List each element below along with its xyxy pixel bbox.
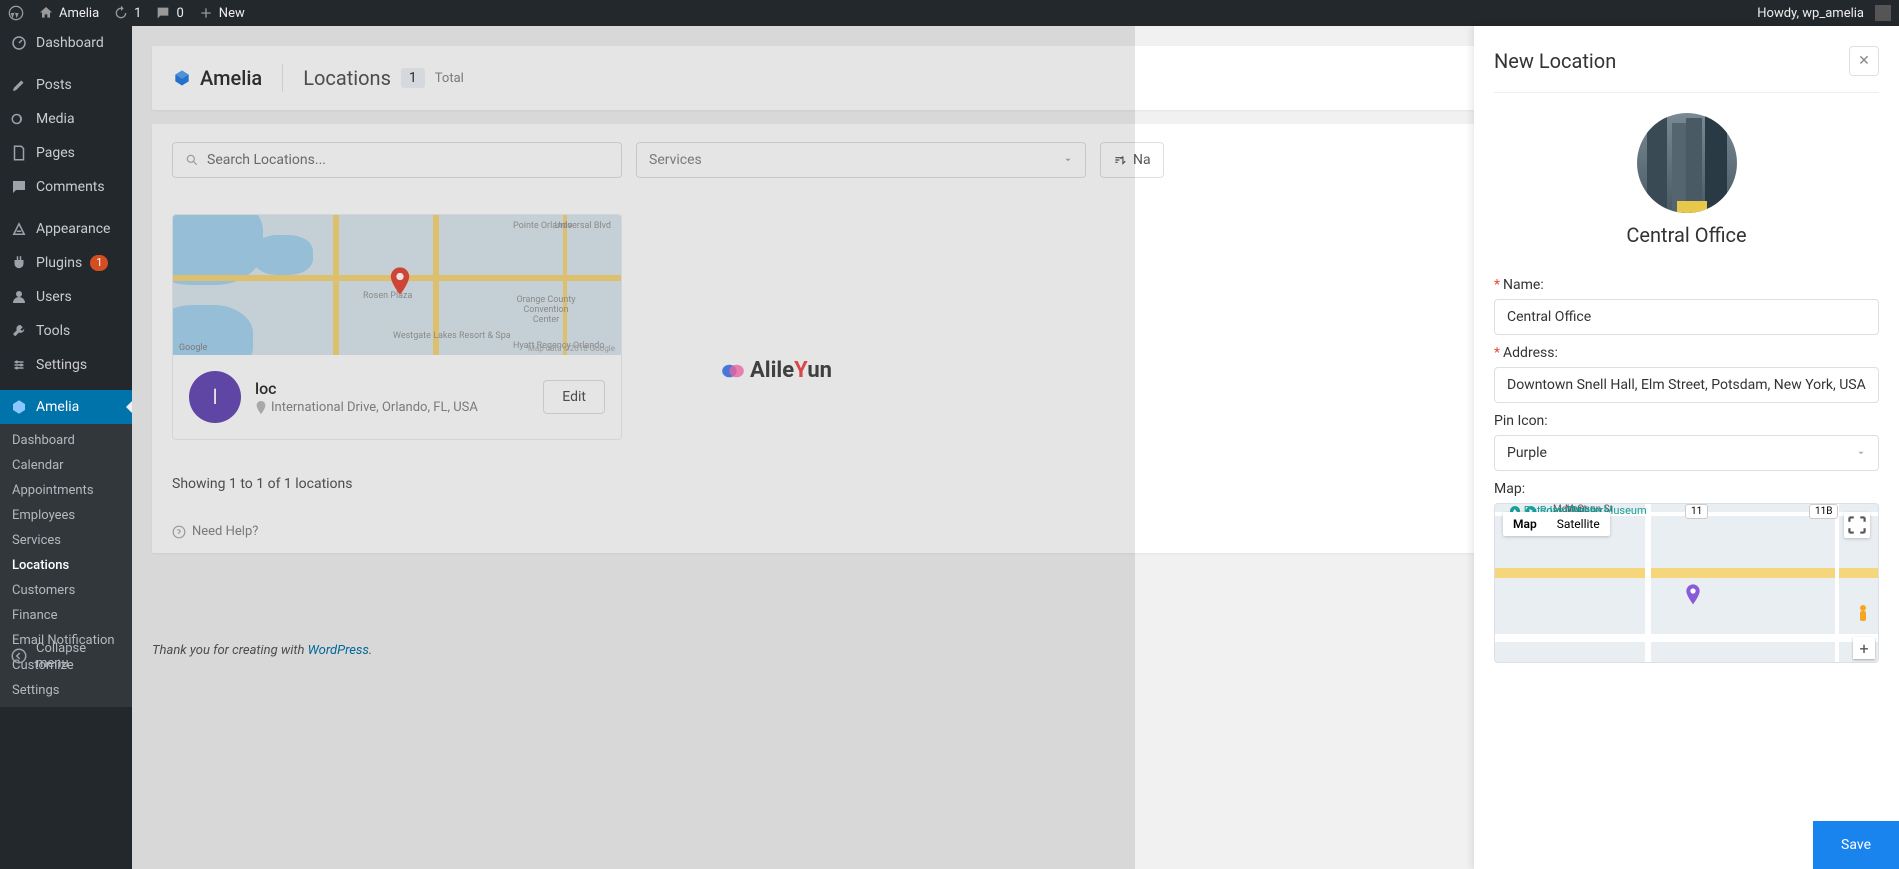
search-input-wrapper[interactable] bbox=[172, 142, 622, 178]
comments-link[interactable]: 0 bbox=[155, 5, 183, 21]
sub-settings[interactable]: Settings bbox=[0, 678, 132, 703]
name-input[interactable] bbox=[1494, 299, 1879, 335]
sub-services[interactable]: Services bbox=[0, 528, 132, 553]
address-label: *Address: bbox=[1494, 345, 1879, 361]
help-icon bbox=[172, 525, 186, 539]
sub-finance[interactable]: Finance bbox=[0, 603, 132, 628]
location-image[interactable] bbox=[1637, 113, 1737, 213]
plugin-update-badge: 1 bbox=[90, 255, 108, 271]
map-pin-icon bbox=[1685, 584, 1701, 610]
chevron-down-icon bbox=[1856, 448, 1866, 458]
sort-icon bbox=[1113, 153, 1127, 167]
menu-settings[interactable]: Settings bbox=[0, 348, 132, 382]
menu-dashboard[interactable]: Dashboard bbox=[0, 26, 132, 60]
menu-amelia[interactable]: Amelia bbox=[0, 390, 132, 424]
map-label: Map: bbox=[1494, 481, 1879, 497]
fullscreen-button[interactable] bbox=[1844, 512, 1870, 538]
sub-customers[interactable]: Customers bbox=[0, 578, 132, 603]
wp-sidebar: Dashboard Posts Media Pages Comments App… bbox=[0, 26, 132, 869]
search-input[interactable] bbox=[207, 152, 609, 168]
edit-button[interactable]: Edit bbox=[543, 380, 605, 414]
menu-comments[interactable]: Comments bbox=[0, 170, 132, 204]
howdy-user[interactable]: Howdy, wp_amelia bbox=[1757, 5, 1891, 21]
search-icon bbox=[185, 153, 199, 167]
menu-posts[interactable]: Posts bbox=[0, 68, 132, 102]
zoom-in-button[interactable]: + bbox=[1853, 637, 1875, 659]
new-location-drawer: New Location ✕ Central Office *Name: *Ad… bbox=[1474, 26, 1899, 869]
drawer-title: New Location bbox=[1494, 49, 1616, 73]
site-link[interactable]: Amelia bbox=[38, 5, 99, 21]
location-avatar: l bbox=[189, 371, 241, 423]
services-filter[interactable]: Services bbox=[636, 142, 1086, 178]
collapse-menu[interactable]: Collapse menu bbox=[0, 633, 132, 679]
pin-icon bbox=[255, 401, 267, 415]
close-button[interactable]: ✕ bbox=[1849, 46, 1879, 76]
sub-locations[interactable]: Locations bbox=[0, 553, 132, 578]
location-count: 1 bbox=[401, 68, 425, 88]
wp-adminbar: Amelia 1 0 New Howdy, wp_amelia bbox=[0, 0, 1899, 26]
chevron-down-icon bbox=[1063, 155, 1073, 165]
sub-calendar[interactable]: Calendar bbox=[0, 453, 132, 478]
sub-employees[interactable]: Employees bbox=[0, 503, 132, 528]
updates-link[interactable]: 1 bbox=[113, 5, 141, 21]
close-icon: ✕ bbox=[1858, 53, 1870, 69]
avatar-icon bbox=[1875, 5, 1891, 21]
menu-tools[interactable]: Tools bbox=[0, 314, 132, 348]
menu-users[interactable]: Users bbox=[0, 280, 132, 314]
drawer-map[interactable]: Munson St Main St Potsdam Public Museum … bbox=[1494, 503, 1879, 663]
menu-media[interactable]: Media bbox=[0, 102, 132, 136]
page-title: Locations bbox=[303, 66, 391, 90]
new-link[interactable]: New bbox=[198, 5, 245, 21]
pin-icon-select[interactable]: Purple bbox=[1494, 435, 1879, 471]
sub-appointments[interactable]: Appointments bbox=[0, 478, 132, 503]
menu-pages[interactable]: Pages bbox=[0, 136, 132, 170]
pin-icon-label: Pin Icon: bbox=[1494, 413, 1879, 429]
map-tab[interactable]: Map bbox=[1503, 512, 1547, 536]
name-label: *Name: bbox=[1494, 277, 1879, 293]
address-input[interactable] bbox=[1494, 367, 1879, 403]
sort-button[interactable]: Na bbox=[1100, 142, 1164, 178]
location-name: loc bbox=[255, 379, 529, 398]
preview-name: Central Office bbox=[1494, 223, 1879, 247]
amelia-brand: Amelia bbox=[172, 66, 262, 90]
location-address: International Drive, Orlando, FL, USA bbox=[255, 400, 529, 415]
location-card: Pointe Orlando Universal Blvd Rosen Plaz… bbox=[172, 214, 622, 440]
wordpress-link[interactable]: WordPress bbox=[308, 643, 369, 658]
satellite-tab[interactable]: Satellite bbox=[1547, 512, 1610, 536]
menu-appearance[interactable]: Appearance bbox=[0, 212, 132, 246]
save-button[interactable]: Save bbox=[1813, 821, 1899, 869]
pegman-icon[interactable] bbox=[1856, 604, 1870, 626]
menu-plugins[interactable]: Plugins1 bbox=[0, 246, 132, 280]
location-map-thumb: Pointe Orlando Universal Blvd Rosen Plaz… bbox=[173, 215, 621, 355]
wp-logo[interactable] bbox=[8, 5, 24, 21]
sub-dashboard[interactable]: Dashboard bbox=[0, 428, 132, 453]
